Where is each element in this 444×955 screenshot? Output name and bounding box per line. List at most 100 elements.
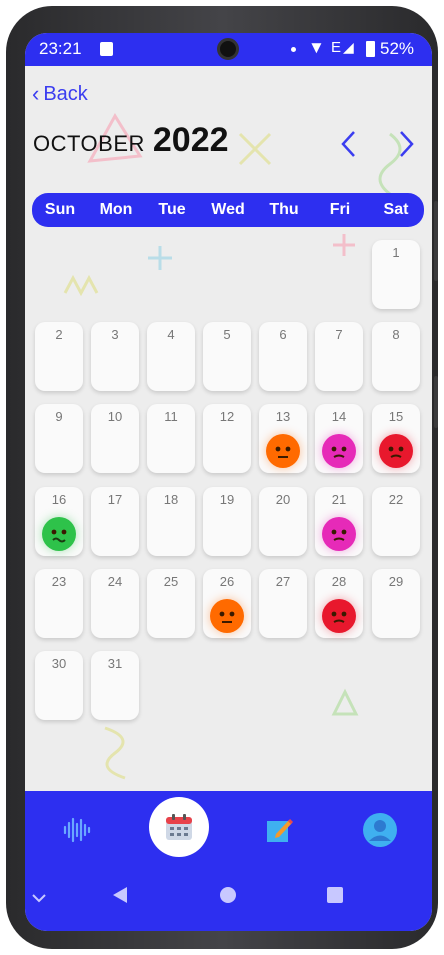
day-number: 20: [275, 492, 291, 507]
chevron-down-icon[interactable]: [31, 892, 47, 904]
month-label: OCTOBER: [33, 131, 145, 156]
day-cell[interactable]: 25: [147, 569, 195, 638]
day-number: 7: [335, 327, 343, 342]
day-number: 26: [219, 574, 235, 589]
day-number: 30: [51, 656, 67, 671]
worried-face-icon: [210, 599, 244, 633]
weekday-thu: Thu: [269, 201, 299, 218]
day-number: 29: [388, 574, 404, 589]
day-number: 10: [107, 409, 123, 424]
worried-face-icon: [266, 434, 300, 468]
day-number: 6: [279, 327, 287, 342]
month-title: OCTOBER 2022: [33, 121, 229, 160]
day-number: 28: [331, 574, 347, 589]
day-number: 23: [51, 574, 67, 589]
day-cell[interactable]: 22: [372, 487, 420, 556]
day-cell[interactable]: 24: [91, 569, 139, 638]
doodle-plus: [148, 246, 172, 270]
doodle-triangle-small: [331, 688, 359, 716]
day-number: 16: [51, 492, 67, 507]
day-number: 13: [275, 409, 291, 424]
day-cell[interactable]: 6: [259, 322, 307, 391]
day-cell[interactable]: 30: [35, 651, 83, 720]
weekday-fri: Fri: [329, 201, 351, 218]
day-cell[interactable]: 7: [315, 322, 363, 391]
recents-nav-icon[interactable]: [325, 885, 345, 905]
day-number: 5: [223, 327, 231, 342]
day-cell[interactable]: 14: [315, 404, 363, 473]
back-label: Back: [43, 82, 88, 105]
soundwave-icon[interactable]: [52, 805, 102, 855]
day-number: 2: [55, 327, 63, 342]
day-cell[interactable]: 9: [35, 404, 83, 473]
day-cell[interactable]: 1: [372, 240, 420, 309]
day-cell[interactable]: 5: [203, 322, 251, 391]
weekday-wed: Wed: [211, 201, 245, 218]
day-cell[interactable]: 23: [35, 569, 83, 638]
status-bar: 23:21 ▼ E ◢ 52%: [25, 33, 432, 66]
bottom-navigation: [25, 791, 432, 868]
day-cell[interactable]: 19: [203, 487, 251, 556]
day-number: 8: [392, 327, 400, 342]
day-number: 14: [331, 409, 347, 424]
battery-icon: [366, 41, 375, 57]
system-navigation-bar: [25, 868, 432, 931]
angry-face-icon: [379, 434, 413, 468]
doodle-spiral: [104, 726, 126, 780]
day-cell[interactable]: 10: [91, 404, 139, 473]
phone-frame: 23:21 ▼ E ◢ 52% ‹ Back OCTOBER 2022 Sun …: [6, 6, 438, 949]
day-cell[interactable]: 29: [372, 569, 420, 638]
day-number: 4: [167, 327, 175, 342]
day-number: 31: [107, 656, 123, 671]
notification-dot-icon: [291, 47, 296, 52]
doodle-cross: [238, 132, 272, 166]
sick-face-icon: [42, 517, 76, 551]
day-cell[interactable]: 18: [147, 487, 195, 556]
year-label: 2022: [152, 121, 229, 159]
day-number: 12: [219, 409, 235, 424]
day-cell[interactable]: 27: [259, 569, 307, 638]
next-month-button[interactable]: [395, 129, 417, 159]
day-cell[interactable]: 13: [259, 404, 307, 473]
day-cell[interactable]: 26: [203, 569, 251, 638]
day-cell[interactable]: 8: [372, 322, 420, 391]
home-nav-icon[interactable]: [219, 886, 237, 904]
weekday-mon: Mon: [99, 201, 133, 218]
day-cell[interactable]: 11: [147, 404, 195, 473]
day-cell[interactable]: 21: [315, 487, 363, 556]
signal-icon: ◢: [343, 39, 354, 55]
journal-edit-icon[interactable]: [254, 805, 304, 855]
power-button: [434, 376, 438, 428]
wifi-icon: ▼: [308, 38, 325, 57]
previous-month-button[interactable]: [338, 129, 360, 159]
day-number: 15: [388, 409, 404, 424]
day-number: 27: [275, 574, 291, 589]
day-cell[interactable]: 15: [372, 404, 420, 473]
day-cell[interactable]: 2: [35, 322, 83, 391]
sad-blob-icon: [322, 517, 356, 551]
day-cell[interactable]: 12: [203, 404, 251, 473]
profile-icon[interactable]: [355, 805, 405, 855]
volume-button: [434, 201, 438, 281]
back-button[interactable]: ‹ Back: [32, 81, 88, 107]
day-cell[interactable]: 3: [91, 322, 139, 391]
day-number: 17: [107, 492, 123, 507]
day-number: 24: [107, 574, 123, 589]
day-cell[interactable]: 16: [35, 487, 83, 556]
battery-percent: 52%: [380, 39, 415, 58]
network-type: E: [331, 39, 342, 56]
day-cell[interactable]: 4: [147, 322, 195, 391]
status-time: 23:21: [39, 39, 82, 58]
weekday-sun: Sun: [44, 201, 76, 218]
day-number: 1: [392, 245, 400, 260]
day-cell[interactable]: 31: [91, 651, 139, 720]
calendar-icon[interactable]: [149, 797, 209, 857]
day-cell[interactable]: 17: [91, 487, 139, 556]
day-cell[interactable]: 28: [315, 569, 363, 638]
day-number: 25: [163, 574, 179, 589]
back-nav-icon[interactable]: [111, 885, 129, 905]
weekday-sat: Sat: [383, 201, 409, 218]
front-camera: [217, 38, 239, 60]
day-number: 21: [331, 492, 347, 507]
day-cell[interactable]: 20: [259, 487, 307, 556]
